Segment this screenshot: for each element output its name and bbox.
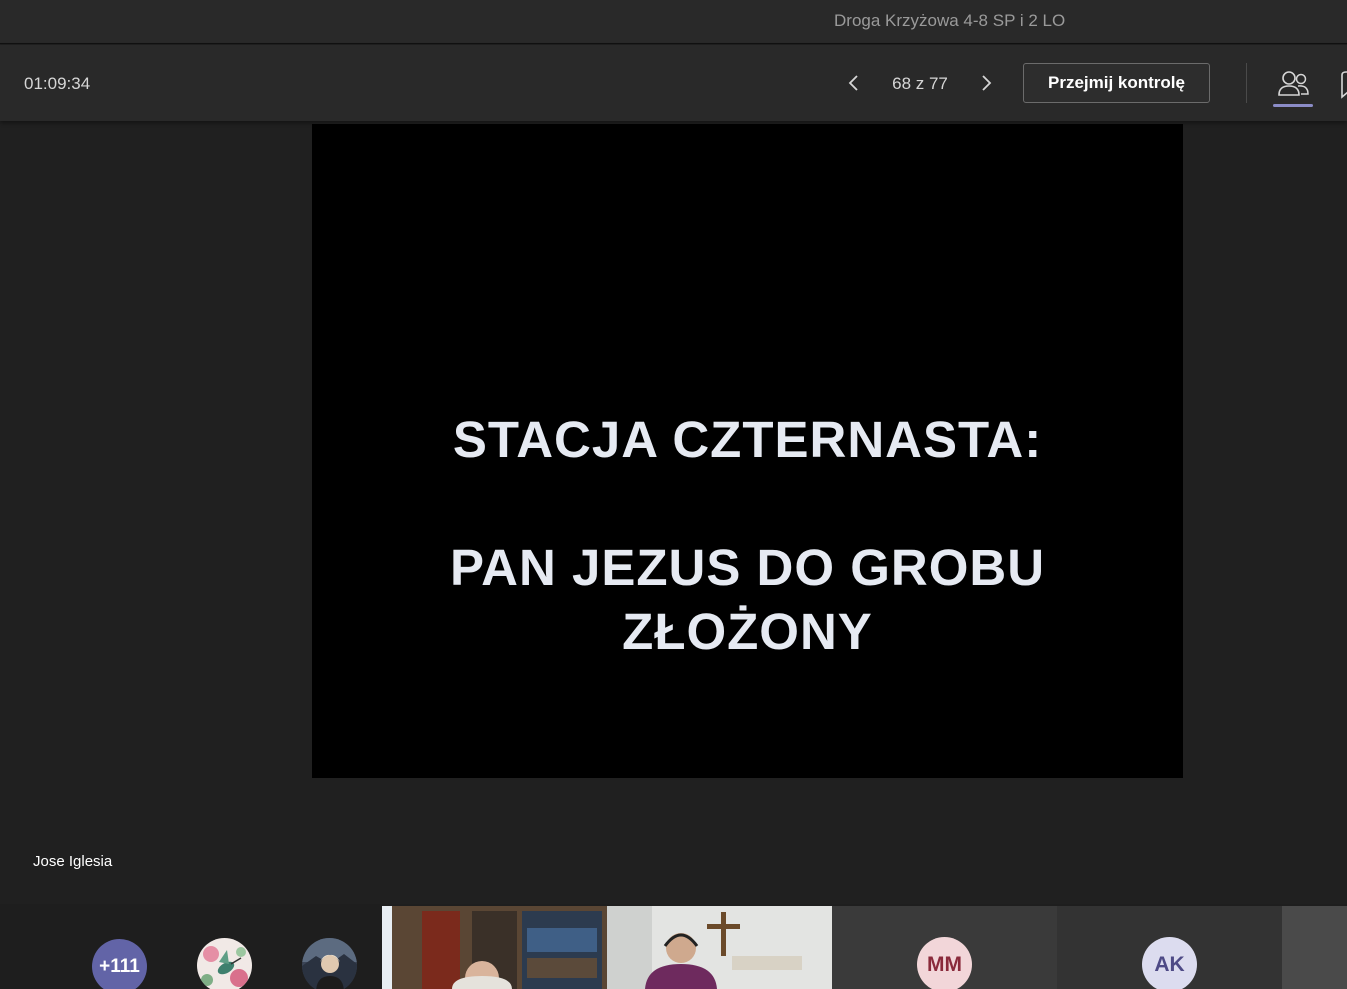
- meeting-window: Droga Krzyżowa 4-8 SP i 2 LO 01:09:34 68…: [0, 0, 1347, 989]
- window-title: Droga Krzyżowa 4-8 SP i 2 LO: [834, 11, 1066, 30]
- person-avatar-image: [302, 938, 357, 989]
- participant-video-tile-priest[interactable]: [607, 906, 832, 989]
- participant-initials: MM: [917, 937, 972, 989]
- video-feed-image: [607, 906, 832, 989]
- chat-bubble-icon: [1341, 71, 1347, 99]
- hummingbird-avatar-image: [201, 946, 248, 987]
- take-control-button[interactable]: Przejmij kontrolę: [1023, 63, 1210, 103]
- active-tab-indicator: [1273, 104, 1313, 107]
- participant-video-tile[interactable]: [382, 906, 607, 989]
- slide-page-indicator: 68 z 77: [892, 74, 948, 93]
- chevron-left-icon: [848, 75, 858, 91]
- show-chat-button[interactable]: [1336, 67, 1347, 103]
- previous-slide-button[interactable]: [840, 69, 868, 97]
- next-slide-button[interactable]: [972, 69, 1000, 97]
- more-participants-button[interactable]: +111: [92, 939, 147, 989]
- video-feed-image: [382, 906, 607, 989]
- show-participants-button[interactable]: [1272, 65, 1314, 107]
- participant-tile-partial[interactable]: [1282, 906, 1347, 989]
- participant-tile-ak[interactable]: AK: [1057, 906, 1282, 989]
- chevron-right-icon: [982, 75, 992, 91]
- title-bar: Droga Krzyżowa 4-8 SP i 2 LO: [0, 0, 1347, 44]
- participant-initials: AK: [1142, 937, 1197, 989]
- participant-tile-mm[interactable]: MM: [832, 906, 1057, 989]
- people-icon: [1278, 71, 1309, 96]
- participant-avatar-hummingbird[interactable]: [197, 938, 252, 989]
- slide-heading: STACJA CZTERNASTA:: [452, 411, 1043, 468]
- participant-strip: +111 MM AK: [0, 904, 1347, 989]
- slide-subtitle-line1: PAN JEZUS DO GROBU: [449, 539, 1046, 596]
- meeting-toolbar: 01:09:34 68 z 77 Przejmij kontrolę: [0, 45, 1347, 121]
- shared-slide: STACJA CZTERNASTA: PAN JEZUS DO GROBU ZŁ…: [312, 124, 1183, 778]
- slide-subtitle-line2: ZŁOŻONY: [622, 603, 873, 660]
- participant-avatar-photo[interactable]: [302, 938, 357, 989]
- presenter-name: Jose Iglesia: [33, 853, 113, 870]
- toolbar-divider: [1246, 63, 1247, 103]
- meeting-timer: 01:09:34: [24, 74, 91, 93]
